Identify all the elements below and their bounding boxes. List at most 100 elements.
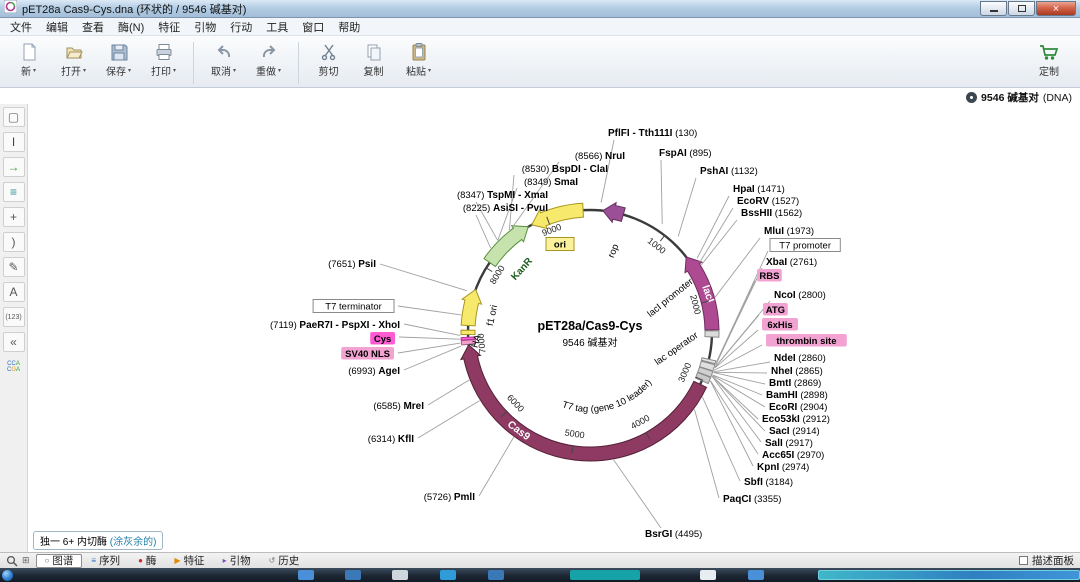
site-PflFI - Tth111I[interactable]: PflFI - Tth111I (130) <box>608 128 697 139</box>
enzyme-label[interactable]: (8349) SmaI <box>524 177 578 188</box>
start-button[interactable] <box>2 570 13 581</box>
enzyme-label[interactable]: SacI (2914) <box>769 426 820 437</box>
chevron-down-icon[interactable]: ▾ <box>233 67 236 74</box>
taskbar-app-2[interactable] <box>345 570 361 580</box>
toolbar-open-button[interactable]: 打开▾ <box>51 39 96 78</box>
feature-lacI[interactable]: lacI <box>685 257 719 330</box>
feature-arrow-rop[interactable] <box>603 203 625 223</box>
enzyme-label[interactable]: (7651) PsiI <box>328 259 376 270</box>
taskbar-app-8[interactable] <box>748 570 764 580</box>
enzyme-label[interactable]: (6585) MreI <box>373 401 424 412</box>
arc-tool[interactable]: ) <box>3 232 25 252</box>
enzyme-label[interactable]: EcoRI (2904) <box>769 402 827 413</box>
site-MreI[interactable]: (6585) MreI <box>373 401 424 412</box>
taskbar-app-7[interactable] <box>700 570 716 580</box>
site-NdeI[interactable]: NdeI (2860) <box>774 353 826 364</box>
site-6xHis[interactable]: 6xHis <box>762 318 798 331</box>
enzyme-label[interactable]: (8225) AsiSI - PvuI <box>463 203 548 214</box>
enzyme-label[interactable]: BssHII (1562) <box>741 208 802 219</box>
site-XbaI[interactable]: XbaI (2761) <box>766 257 817 268</box>
site-RBS[interactable]: RBS <box>757 269 782 282</box>
site-Cys[interactable]: Cys <box>370 332 395 345</box>
site-FspAI[interactable]: FspAI (895) <box>659 148 712 159</box>
menu-item-行动[interactable]: 行动 <box>223 18 259 36</box>
tab-map[interactable]: ○图谱 <box>36 554 83 568</box>
toolbar-save-button[interactable]: 保存▾ <box>96 39 141 78</box>
enzyme-label[interactable]: (8347) TspMI - XmaI <box>457 190 548 201</box>
enzyme-label[interactable]: KpnI (2974) <box>757 462 809 473</box>
enzyme-label[interactable]: NdeI (2860) <box>774 353 826 364</box>
site-SmaI[interactable]: (8349) SmaI <box>524 177 578 188</box>
chevron-down-icon[interactable]: ▾ <box>128 67 131 74</box>
toolbar-redo-button[interactable]: 重做▾ <box>246 39 291 78</box>
site-T7 promoter[interactable]: T7 promoter <box>770 239 840 252</box>
site-thrombin site[interactable]: thrombin site <box>766 334 847 347</box>
enzyme-label[interactable]: (5726) PmlI <box>424 492 475 503</box>
site-KflI[interactable]: (6314) KflI <box>368 434 414 445</box>
menu-item-工具[interactable]: 工具 <box>259 18 295 36</box>
enzyme-label[interactable]: (8530) BspDI - ClaI <box>522 164 608 175</box>
feature-arrow-Cas9[interactable] <box>461 345 707 461</box>
site-PaqCI[interactable]: PaqCI (3355) <box>723 494 781 505</box>
enzyme-label[interactable]: HpaI (1471) <box>733 184 785 195</box>
alignment-tool[interactable]: ≡ <box>3 182 25 202</box>
feature-Cas9[interactable]: Cas9 <box>461 345 707 461</box>
tab-enzymes[interactable]: ●酶 <box>129 554 165 568</box>
taskbar-app-5[interactable] <box>488 570 504 580</box>
site-TspMI - XmaI[interactable]: (8347) TspMI - XmaI <box>457 190 548 201</box>
enzyme-label[interactable]: NheI (2865) <box>771 366 823 377</box>
enzyme-label[interactable]: EcoRV (1527) <box>737 196 799 207</box>
site-ATG[interactable]: ATG <box>763 303 788 316</box>
taskbar-app-4[interactable] <box>440 570 456 580</box>
site-Eco53kI[interactable]: Eco53kI (2912) <box>762 414 830 425</box>
site-KpnI[interactable]: KpnI (2974) <box>757 462 809 473</box>
toolbar-undo-button[interactable]: 取消▾ <box>201 39 246 78</box>
site-NheI[interactable]: NheI (2865) <box>771 366 823 377</box>
enzyme-label[interactable]: NcoI (2800) <box>774 290 826 301</box>
menu-item-文件[interactable]: 文件 <box>3 18 39 36</box>
enzyme-label[interactable]: BsrGI (4495) <box>645 529 702 540</box>
browse-arrow-tool[interactable]: → <box>3 157 25 177</box>
site-Acc65I[interactable]: Acc65I (2970) <box>762 450 824 461</box>
fit-icon[interactable]: ⊞ <box>22 555 30 566</box>
enzyme-label[interactable]: SalI (2917) <box>765 438 813 449</box>
site-BssHII[interactable]: BssHII (1562) <box>741 208 802 219</box>
site-EcoRV[interactable]: EcoRV (1527) <box>737 196 799 207</box>
sequence-letters[interactable]: CCACGA <box>3 357 25 377</box>
enzyme-label[interactable]: PshAI (1132) <box>700 166 758 177</box>
plasmid-map[interactable]: oriKanRroplacIlacI promoterlac operatorT… <box>28 104 1080 552</box>
site-PsiI[interactable]: (7651) PsiI <box>328 259 376 270</box>
site-SacI[interactable]: SacI (2914) <box>769 426 820 437</box>
enzyme-label[interactable]: (8566) NruI <box>575 151 625 162</box>
site-HpaI[interactable]: HpaI (1471) <box>733 184 785 195</box>
menu-item-引物[interactable]: 引物 <box>187 18 223 36</box>
enzyme-label[interactable]: SbfI (3184) <box>744 477 793 488</box>
menu-item-帮助[interactable]: 帮助 <box>331 18 367 36</box>
zoom-icon[interactable] <box>6 555 18 567</box>
site-SV40 NLS[interactable]: SV40 NLS <box>341 347 394 360</box>
site-T7 terminator[interactable]: T7 terminator <box>313 300 394 313</box>
menu-item-编辑[interactable]: 编辑 <box>39 18 75 36</box>
site-SalI[interactable]: SalI (2917) <box>765 438 813 449</box>
enzyme-label[interactable]: (6993) AgeI <box>348 366 400 377</box>
tab-history[interactable]: ↺历史 <box>260 554 309 568</box>
enzyme-label[interactable]: (7119) PaeR7I - PspXI - XhoI <box>270 320 400 331</box>
tab-features[interactable]: ▶特征 <box>165 554 213 568</box>
enzyme-label[interactable]: BamHI (2898) <box>766 390 828 401</box>
menu-item-特征[interactable]: 特征 <box>151 18 187 36</box>
taskbar-active-window[interactable] <box>818 570 1080 580</box>
feature-rop[interactable]: rop <box>603 203 625 260</box>
enzyme-label[interactable]: Acc65I (2970) <box>762 450 824 461</box>
toolbar-copy-button[interactable]: 复制 <box>351 39 396 78</box>
feature-arrow-f1 ori[interactable] <box>461 290 481 326</box>
site-NcoI[interactable]: NcoI (2800) <box>774 290 826 301</box>
enzyme-label[interactable]: XbaI (2761) <box>766 257 817 268</box>
enzyme-label[interactable]: (6314) KflI <box>368 434 414 445</box>
enzyme-label[interactable]: FspAI (895) <box>659 148 712 159</box>
site-BmtI[interactable]: BmtI (2869) <box>769 378 821 389</box>
chevron-down-icon[interactable]: ▾ <box>278 67 281 74</box>
site-PmlI[interactable]: (5726) PmlI <box>424 492 475 503</box>
jump-tool[interactable]: « <box>3 332 25 352</box>
site-NruI[interactable]: (8566) NruI <box>575 151 625 162</box>
tab-primers[interactable]: ▸引物 <box>214 554 260 568</box>
